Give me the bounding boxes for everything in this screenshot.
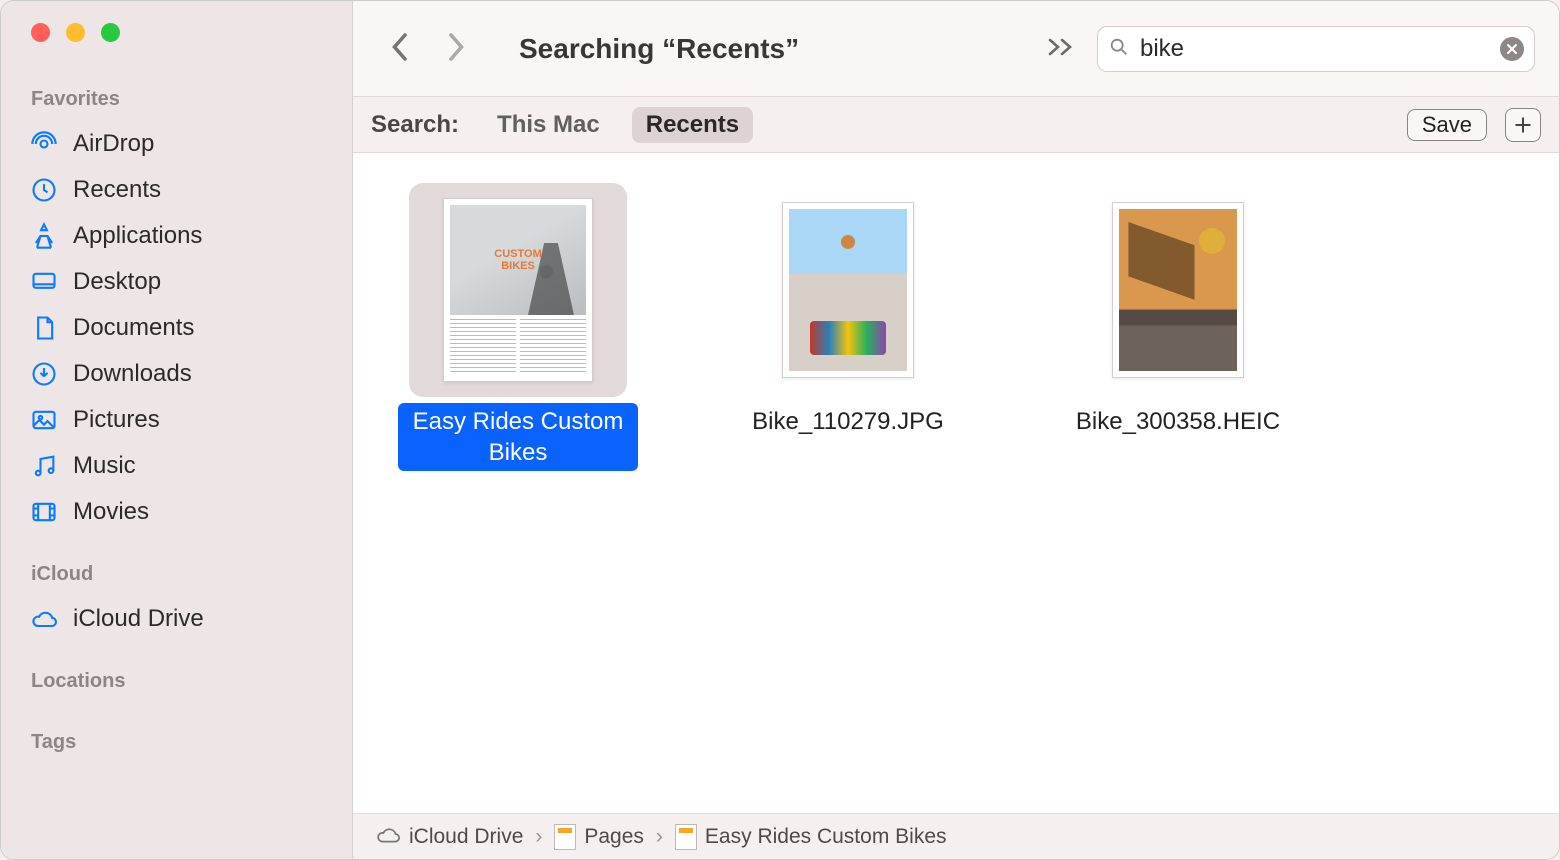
clock-icon [29, 175, 59, 205]
cloud-icon [375, 824, 401, 850]
search-input[interactable] [1140, 35, 1490, 63]
sidebar-item-label: Pictures [73, 406, 160, 434]
path-segment-label: iCloud Drive [409, 825, 523, 849]
doc-hero: CUSTOM BIKES [450, 205, 586, 315]
main-pane: Searching “Recents” Search: This Mac Rec… [353, 1, 1559, 859]
pages-folder-icon [554, 824, 576, 850]
finder-window: Favorites AirDrop Recents Applications D… [0, 0, 1560, 860]
image-thumbnail [1112, 202, 1244, 378]
sidebar-item-recents[interactable]: Recents [1, 167, 352, 213]
sidebar-item-movies[interactable]: Movies [1, 489, 352, 535]
file-label: Bike_300358.HEIC [1066, 403, 1290, 440]
sidebar-item-label: AirDrop [73, 130, 154, 158]
close-window-button[interactable] [31, 23, 50, 42]
downloads-icon [29, 359, 59, 389]
file-thumbnail [739, 183, 957, 397]
scope-this-mac[interactable]: This Mac [483, 107, 614, 143]
sidebar-item-downloads[interactable]: Downloads [1, 351, 352, 397]
nav-arrows [387, 32, 469, 66]
sidebar-item-label: Documents [73, 314, 194, 342]
sidebar-item-desktop[interactable]: Desktop [1, 259, 352, 305]
pictures-icon [29, 405, 59, 435]
file-label: Easy Rides Custom Bikes [398, 403, 638, 471]
sidebar-section-locations-header: Locations [1, 670, 352, 703]
scope-recents[interactable]: Recents [632, 107, 753, 143]
file-thumbnail: CUSTOM BIKES [409, 183, 627, 397]
sidebar-item-pictures[interactable]: Pictures [1, 397, 352, 443]
sidebar-item-music[interactable]: Music [1, 443, 352, 489]
sidebar-item-label: Movies [73, 498, 149, 526]
document-icon [29, 313, 59, 343]
sidebar-section-favorites-header: Favorites [1, 88, 352, 121]
pages-document-icon [675, 824, 697, 850]
file-label: Bike_110279.JPG [742, 403, 954, 440]
path-segment-icloud[interactable]: iCloud Drive [375, 824, 523, 850]
music-icon [29, 451, 59, 481]
window-controls [1, 23, 352, 42]
scope-label: Search: [371, 111, 459, 139]
sidebar-section-icloud-header: iCloud [1, 563, 352, 596]
sidebar-item-applications[interactable]: Applications [1, 213, 352, 259]
file-grid: CUSTOM BIKES Easy Rides Custom Bikes Bik… [353, 153, 1559, 813]
document-thumbnail: CUSTOM BIKES [443, 198, 593, 382]
sidebar-item-label: Downloads [73, 360, 192, 388]
sidebar-item-label: Applications [73, 222, 202, 250]
path-segment-pages[interactable]: Pages [554, 824, 644, 850]
sidebar-item-documents[interactable]: Documents [1, 305, 352, 351]
sidebar-section-tags-header: Tags [1, 731, 352, 764]
sidebar-item-airdrop[interactable]: AirDrop [1, 121, 352, 167]
path-segment-label: Easy Rides Custom Bikes [705, 825, 947, 849]
minimize-window-button[interactable] [66, 23, 85, 42]
save-search-button[interactable]: Save [1407, 109, 1487, 141]
movies-icon [29, 497, 59, 527]
path-segment-label: Pages [584, 825, 644, 849]
chevron-right-icon: › [535, 825, 542, 849]
path-bar: iCloud Drive › Pages › Easy Rides Custom… [353, 813, 1559, 859]
forward-button[interactable] [445, 32, 469, 66]
zoom-window-button[interactable] [101, 23, 120, 42]
toolbar: Searching “Recents” [353, 1, 1559, 97]
file-thumbnail [1069, 183, 1287, 397]
desktop-icon [29, 267, 59, 297]
toolbar-overflow-button[interactable] [1047, 36, 1077, 62]
file-item[interactable]: CUSTOM BIKES Easy Rides Custom Bikes [383, 183, 653, 471]
airdrop-icon [29, 129, 59, 159]
search-icon [1108, 36, 1130, 62]
file-item[interactable]: Bike_300358.HEIC [1043, 183, 1313, 440]
sidebar-item-label: Desktop [73, 268, 161, 296]
search-scope-bar: Search: This Mac Recents Save [353, 97, 1559, 153]
applications-icon [29, 221, 59, 251]
chevron-right-icon: › [656, 825, 663, 849]
image-thumbnail [782, 202, 914, 378]
sidebar: Favorites AirDrop Recents Applications D… [1, 1, 353, 859]
clear-search-button[interactable] [1500, 37, 1524, 61]
add-search-criteria-button[interactable] [1505, 108, 1541, 142]
sidebar-item-label: Music [73, 452, 136, 480]
sidebar-item-label: iCloud Drive [73, 605, 204, 633]
path-segment-file[interactable]: Easy Rides Custom Bikes [675, 824, 947, 850]
sidebar-item-icloud-drive[interactable]: iCloud Drive [1, 596, 352, 642]
search-field[interactable] [1097, 26, 1535, 72]
sidebar-item-label: Recents [73, 176, 161, 204]
cloud-icon [29, 604, 59, 634]
window-title: Searching “Recents” [519, 33, 799, 65]
file-item[interactable]: Bike_110279.JPG [713, 183, 983, 440]
back-button[interactable] [387, 32, 411, 66]
